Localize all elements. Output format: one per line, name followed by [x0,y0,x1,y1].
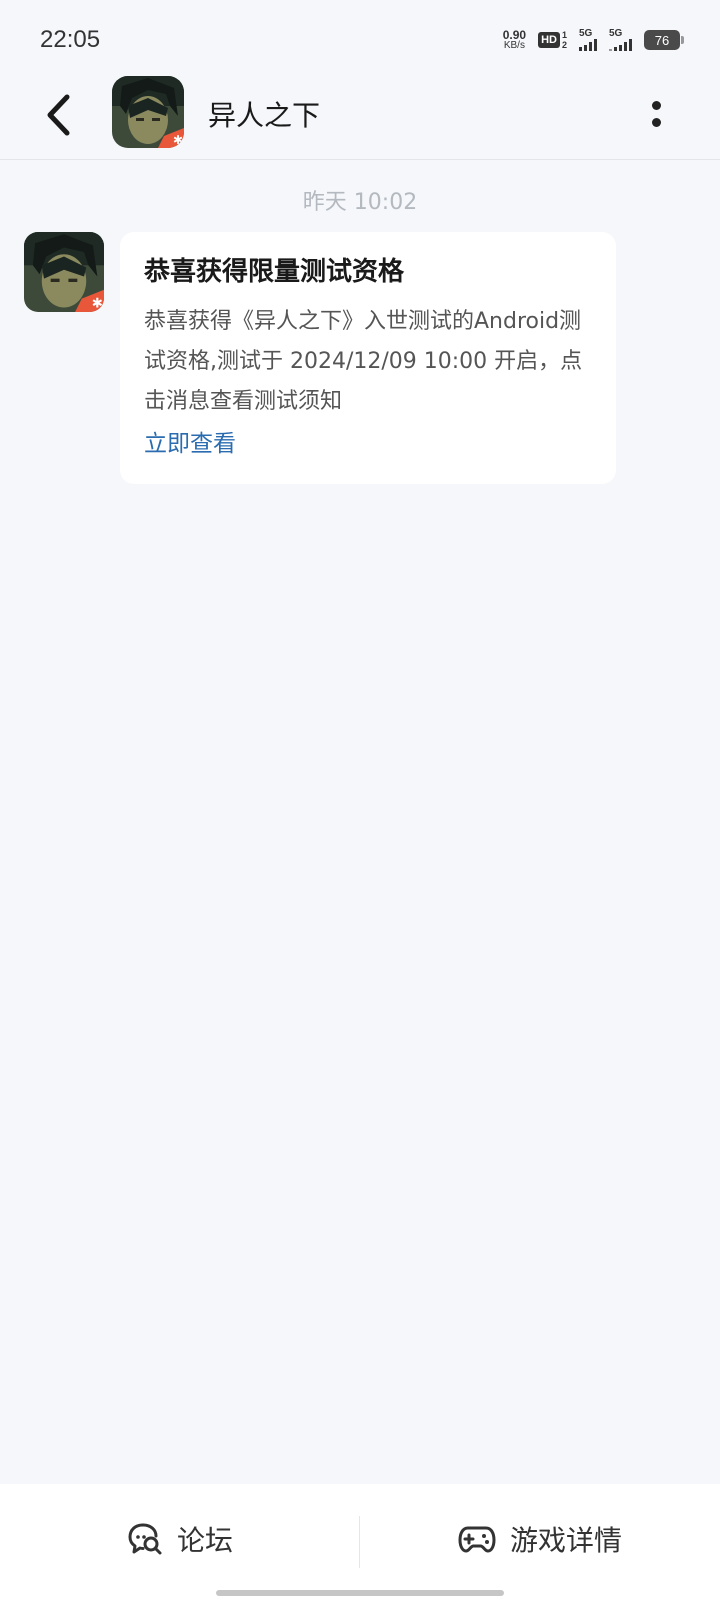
more-options-button[interactable] [644,94,668,134]
message-body: 恭喜获得《异人之下》入世测试的Android测试资格,测试于 2024/12/0… [144,309,583,414]
gamepad-icon [458,1526,496,1553]
message-timestamp: 昨天 10:02 [302,190,418,215]
forum-tab[interactable]: 论坛 [0,1484,360,1600]
hd-sim-top: 1 [561,30,567,40]
message-title: 恭喜获得限量测试资格 [144,257,405,287]
game-character-icon: ✱ [24,232,104,312]
signal1-label: 5G [579,28,593,39]
chevron-left-icon [47,94,70,136]
more-vertical-icon-dot [651,101,661,110]
status-icons: 0.90 KB/s HD 1 2 5G 5G 76 [503,29,684,51]
hd-label: HD [538,32,560,48]
game-avatar[interactable]: ✱ [112,76,184,148]
status-time: 22:05 [40,26,101,53]
svg-text:✱: ✱ [92,297,103,312]
battery-level: 76 [654,32,670,48]
tab-divider [359,1516,360,1568]
sender-avatar[interactable]: ✱ [24,232,104,312]
hd-sim-bottom: 2 [561,40,567,50]
back-button[interactable] [38,90,78,140]
message-card[interactable]: 恭喜获得限量测试资格 恭喜获得《异人之下》入世测试的Android测试资格,测试… [120,232,616,484]
network-speed: 0.90 KB/s [503,29,526,51]
svg-text:✱: ✱ [173,133,183,147]
signal2-label: 5G [609,28,623,39]
battery-icon: 76 [644,30,684,50]
bottom-bar: 论坛 游戏详情 [0,1484,720,1600]
home-indicator[interactable] [216,1590,504,1596]
view-now-link[interactable]: 立即查看 [144,426,236,462]
signal-icon-sim1: 5G [579,29,597,51]
game-character-icon: ✱ [112,76,184,148]
page-title: 异人之下 [208,99,321,132]
more-vertical-icon-dot [651,118,661,127]
signal-icon-sim2: 5G [609,29,632,51]
game-details-label: 游戏详情 [509,1524,622,1557]
chat-search-icon [128,1523,162,1555]
game-details-tab[interactable]: 游戏详情 [360,1484,720,1600]
status-bar: 22:05 0.90 KB/s HD 1 2 5G 5G 76 [0,0,720,80]
hd-voice-icon: HD 1 2 [538,30,567,50]
forum-label: 论坛 [176,1524,233,1557]
screen: 22:05 0.90 KB/s HD 1 2 5G 5G 76 ✱ 异人之下 昨… [0,0,720,1600]
chat-header: ✱ 异人之下 [0,72,720,160]
network-speed-unit: KB/s [503,40,525,51]
